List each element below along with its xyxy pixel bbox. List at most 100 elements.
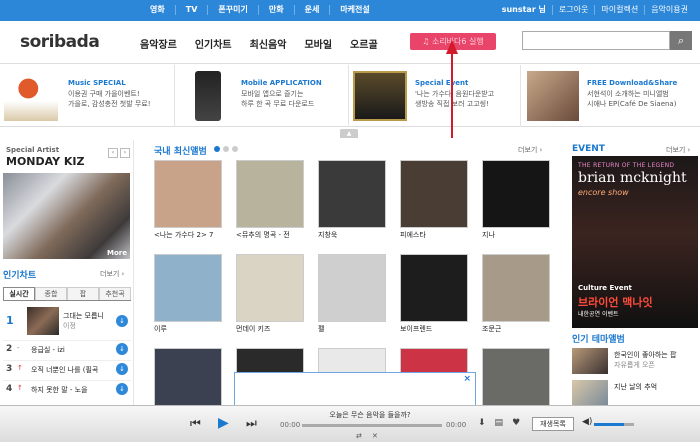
banner-free-download[interactable]: FREE Download&Share 서현석이 소개하는 미니앨범 시애나 E… xyxy=(521,65,700,127)
page-dot[interactable] xyxy=(214,146,220,152)
album-cover[interactable] xyxy=(236,160,304,228)
nav-genre[interactable]: 음악장르 xyxy=(140,36,177,51)
album-item[interactable]: 펠 xyxy=(318,254,386,334)
nav-latest[interactable]: 최신음악 xyxy=(250,36,287,51)
event-more-link[interactable]: 더보기 › xyxy=(666,145,690,155)
search-button[interactable]: ⌕ xyxy=(670,31,692,50)
theme-thumbnail[interactable] xyxy=(572,380,608,406)
album-label[interactable]: 이루 xyxy=(154,324,224,334)
tab-overall[interactable]: 종합 xyxy=(35,287,67,300)
top-menu-movie[interactable]: 영화 xyxy=(140,5,175,15)
album-cover[interactable] xyxy=(318,160,386,228)
album-cover[interactable] xyxy=(482,160,550,228)
top-menu-phone-deco[interactable]: 폰꾸미기 xyxy=(207,5,257,15)
artist-photo[interactable]: More xyxy=(3,173,130,259)
previous-icon[interactable]: ⏮ xyxy=(190,416,201,431)
album-label[interactable]: 조문근 xyxy=(482,324,552,334)
download-icon[interactable]: ⬇ xyxy=(478,418,486,428)
search-input[interactable] xyxy=(522,31,670,50)
volume-slider[interactable] xyxy=(594,423,634,426)
chart-title[interactable]: 인기차트 xyxy=(3,268,36,281)
album-label[interactable]: 먼데이 키즈 xyxy=(236,324,306,334)
album-item[interactable]: 지나 xyxy=(482,160,550,240)
album-cover[interactable] xyxy=(318,254,386,322)
lyrics-icon[interactable]: ▤ xyxy=(495,418,504,428)
album-label[interactable]: 지나 xyxy=(482,230,552,240)
album-item[interactable]: <뮤추의 명곡 - 전 xyxy=(236,160,304,240)
next-arrow-icon[interactable]: › xyxy=(120,148,130,158)
chart-more-link[interactable]: 더보기 › xyxy=(100,269,124,279)
page-dot[interactable] xyxy=(223,146,229,152)
song-title[interactable]: 그대는 모릅니 xyxy=(63,311,113,321)
theme-item[interactable]: 지난 날의 추억 xyxy=(572,378,698,408)
event-banner[interactable]: THE RETURN OF THE LEGEND brian mcknight … xyxy=(572,156,698,328)
volume-icon[interactable]: ◀) xyxy=(582,417,592,427)
heart-icon[interactable]: ♥ xyxy=(512,418,520,428)
album-item[interactable]: 보이프렌드 xyxy=(400,254,468,334)
banner-music-special[interactable]: Music SPECIAL 이용권 구매 가을이벤트! 가을로, 감성충전 첫발… xyxy=(0,65,175,127)
shuffle-icon[interactable]: ✕ xyxy=(372,432,378,440)
my-collection-link[interactable]: 마이컬렉션 xyxy=(594,5,644,15)
top-menu-comics[interactable]: 만화 xyxy=(257,5,294,15)
page-dot[interactable] xyxy=(232,146,238,152)
nav-chart[interactable]: 인기차트 xyxy=(195,36,232,51)
repeat-icon[interactable]: ⇄ xyxy=(356,432,362,440)
close-icon[interactable]: × xyxy=(463,374,471,384)
album-item[interactable]: 이루 xyxy=(154,254,222,334)
album-item[interactable]: 먼데이 키즈 xyxy=(236,254,304,334)
more-label[interactable]: More xyxy=(107,249,127,257)
collapse-banner-button[interactable]: ▲ xyxy=(340,129,358,138)
song-artist[interactable]: 이정 xyxy=(63,321,76,331)
album-cover[interactable] xyxy=(400,160,468,228)
nav-mobile[interactable]: 모바일 xyxy=(304,36,332,51)
play-icon[interactable]: ▶ xyxy=(218,415,229,431)
album-label[interactable]: <뮤추의 명곡 - 전 xyxy=(236,230,306,240)
song-title[interactable]: 응급실 - izi xyxy=(31,345,113,355)
album-item[interactable]: 조문근 xyxy=(482,254,550,334)
download-icon[interactable]: ↓ xyxy=(116,315,128,327)
album-item[interactable]: <나는 가수다 2> 7 xyxy=(154,160,222,240)
new-albums-title[interactable]: 국내 최신앨범 xyxy=(154,144,207,157)
progress-bar[interactable] xyxy=(302,424,442,427)
album-thumbnail[interactable] xyxy=(27,307,59,335)
album-cover[interactable] xyxy=(236,254,304,322)
logo[interactable]: soribada xyxy=(20,32,100,52)
album-label[interactable]: 펠 xyxy=(318,324,388,334)
album-item[interactable]: 피에스타 xyxy=(400,160,468,240)
album-label[interactable]: 피에스타 xyxy=(400,230,470,240)
banner-mobile-app[interactable]: Mobile APPLICATION 모바일 앱으로 즐기는 하루 한 곡 무료… xyxy=(175,65,349,127)
top-menu-fortune[interactable]: 운세 xyxy=(293,5,330,15)
download-icon[interactable]: ↓ xyxy=(116,363,128,375)
chart-row[interactable]: 3 ↑ 오직 너뿐인 나를 (필곡 ↓ xyxy=(3,360,131,376)
nav-orgel[interactable]: 오르골 xyxy=(350,36,378,51)
chart-row[interactable]: 4 ↑ 하지 못한 말 - 노을 ↓ xyxy=(3,380,131,396)
new-albums-more-link[interactable]: 더보기 › xyxy=(518,145,542,155)
banner-special-event[interactable]: Special Event '나는 가수다' 음원다운받고 생방송 직접 보러 … xyxy=(349,65,521,127)
logout-link[interactable]: 로그아웃 xyxy=(551,5,594,15)
theme-album-title[interactable]: 인기 테마앨범 xyxy=(572,332,625,345)
chart-row[interactable]: 2 - 응급실 - izi ↓ xyxy=(3,340,131,356)
download-icon[interactable]: ↓ xyxy=(116,343,128,355)
event-title[interactable]: EVENT xyxy=(572,144,605,154)
top-menu-tv[interactable]: TV xyxy=(174,5,208,15)
tab-recommended[interactable]: 추천곡 xyxy=(99,287,131,300)
prev-arrow-icon[interactable]: ‹ xyxy=(108,148,118,158)
album-label[interactable]: 보이프렌드 xyxy=(400,324,470,334)
album-cover[interactable] xyxy=(154,254,222,322)
song-title[interactable]: 하지 못한 말 - 노을 xyxy=(31,385,113,395)
next-icon[interactable]: ⏭ xyxy=(246,416,257,431)
theme-thumbnail[interactable] xyxy=(572,348,608,374)
music-pass-link[interactable]: 음악이용권 xyxy=(644,5,694,15)
tab-pop[interactable]: 팝 xyxy=(67,287,99,300)
theme-title[interactable]: 한국인이 좋아하는 팝 xyxy=(614,350,676,360)
song-title[interactable]: 오직 너뿐인 나를 (필곡 xyxy=(31,365,113,375)
album-cover[interactable] xyxy=(400,254,468,322)
chart-rank-1[interactable]: 1 그대는 모릅니 이정 ↓ xyxy=(3,305,131,337)
theme-title[interactable]: 지난 날의 추억 xyxy=(614,382,657,392)
album-label[interactable]: <나는 가수다 2> 7 xyxy=(154,230,224,240)
tab-realtime[interactable]: 실시간 xyxy=(3,287,35,300)
album-item[interactable]: 지창욱 xyxy=(318,160,386,240)
top-menu-marke[interactable]: 마케전설 xyxy=(329,5,379,15)
theme-item[interactable]: 한국인이 좋아하는 팝 자유롭게 오픈 xyxy=(572,346,698,376)
album-label[interactable]: 지창욱 xyxy=(318,230,388,240)
